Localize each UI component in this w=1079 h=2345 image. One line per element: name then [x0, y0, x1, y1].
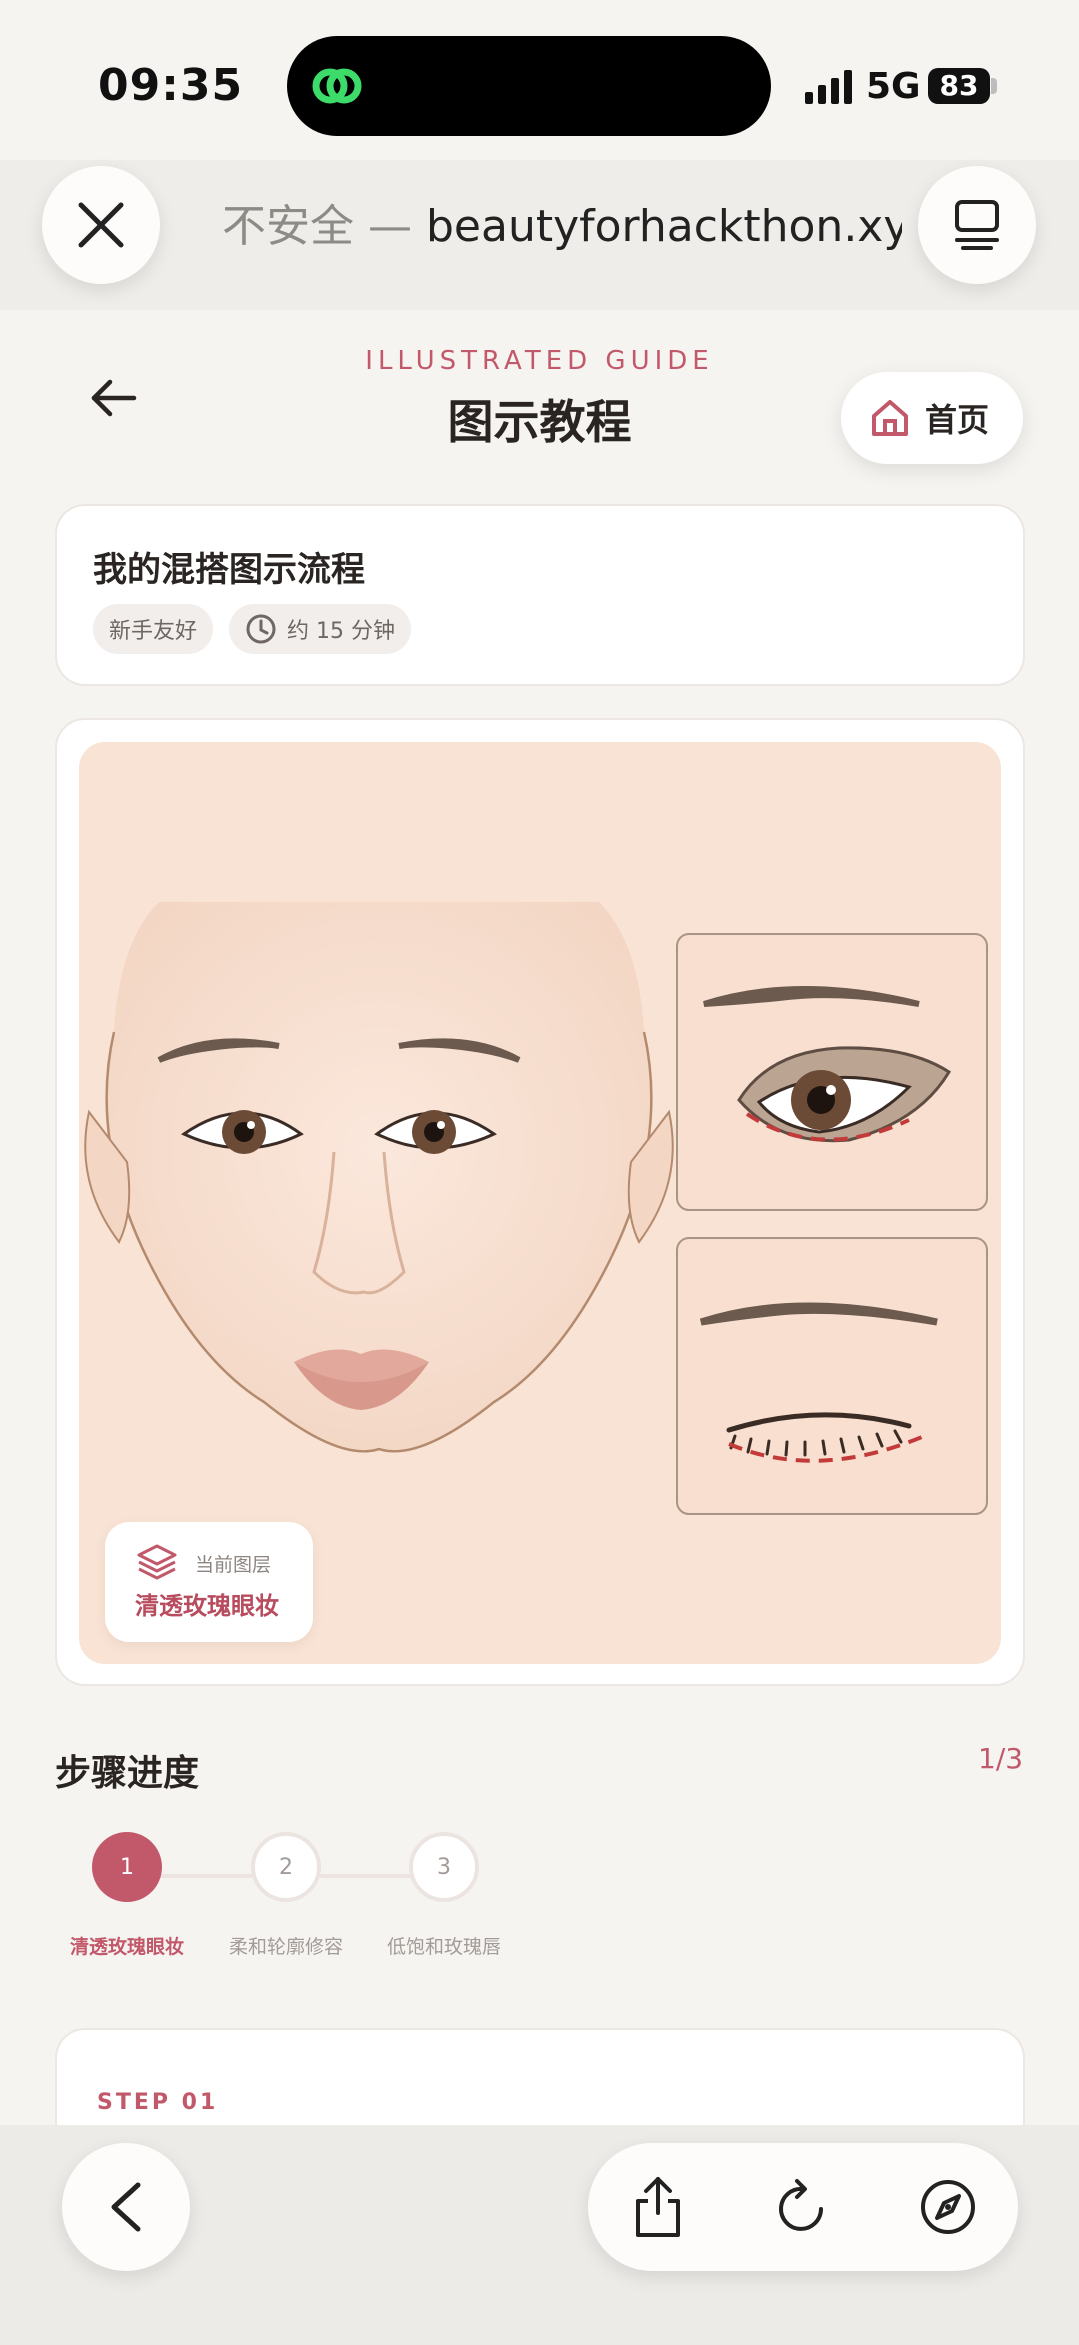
clock-icon	[246, 614, 276, 644]
url-field[interactable]: 不安全 — beautyforhackthon.xyz	[222, 190, 902, 254]
tabs-icon	[955, 200, 999, 250]
step-number: 1	[120, 1854, 134, 1880]
app-logo-icon	[312, 68, 362, 104]
step-kicker: STEP 01	[97, 2090, 219, 2115]
current-layer-badge: 当前图层 清透玫瑰眼妆	[105, 1522, 313, 1642]
home-button[interactable]: 首页	[841, 372, 1023, 464]
share-icon	[636, 2177, 680, 2237]
browser-back-button[interactable]	[62, 2143, 190, 2271]
signal-icon	[805, 70, 852, 104]
url-domain: beautyforhackthon.xyz	[425, 201, 902, 252]
step-label-2: 柔和轮廓修容	[228, 1936, 343, 1958]
home-label: 首页	[925, 401, 990, 439]
back-icon	[111, 2182, 141, 2232]
tag-beginner: 新手友好	[93, 604, 214, 654]
status-bar: 09:35 5G 83	[0, 0, 1079, 170]
compass-icon	[921, 2180, 975, 2234]
tag-label: 约 15 分钟	[287, 619, 395, 644]
battery-tip	[991, 78, 997, 94]
step-1[interactable]: 1	[92, 1832, 162, 1902]
current-layer-label: 当前图层	[195, 1554, 272, 1576]
illustration-card: 当前图层 清透玫瑰眼妆	[55, 718, 1025, 1686]
browser-actions	[588, 2143, 1018, 2271]
tag-duration: 约 15 分钟	[229, 604, 411, 654]
reload-button[interactable]	[769, 2173, 837, 2241]
progress-title: 步骤进度	[55, 1753, 200, 1794]
step-detail-card: STEP 01	[55, 2028, 1025, 2125]
tag-label: 新手友好	[109, 619, 198, 644]
close-icon	[78, 202, 124, 248]
progress-count: 1/3	[978, 1742, 1024, 1775]
network-type: 5G	[866, 66, 921, 107]
page-content: ILLUSTRATED GUIDE 图示教程 首页 我的混搭图示流程 新手友好 …	[0, 310, 1079, 2125]
url-security-label: 不安全 —	[222, 201, 426, 252]
share-button[interactable]	[624, 2173, 692, 2241]
guide-title: 我的混搭图示流程	[93, 550, 365, 590]
eye-detail-inset-closed	[676, 1237, 988, 1515]
face-illustration: 当前图层 清透玫瑰眼妆	[79, 742, 1001, 1664]
compass-button[interactable]	[914, 2173, 982, 2241]
status-time: 09:35	[98, 60, 244, 111]
current-layer-name: 清透玫瑰眼妆	[135, 1592, 279, 1620]
battery-icon: 83	[928, 68, 990, 104]
step-3[interactable]: 3	[409, 1832, 479, 1902]
guide-info-card: 我的混搭图示流程 新手友好 约 15 分钟	[55, 504, 1025, 686]
step-label-1: 清透玫瑰眼妆	[69, 1936, 184, 1958]
step-number: 3	[437, 1854, 451, 1880]
step-2[interactable]: 2	[251, 1832, 321, 1902]
tabs-button[interactable]	[918, 166, 1036, 284]
dynamic-island	[287, 36, 771, 136]
home-icon	[872, 400, 908, 436]
reload-icon	[779, 2179, 823, 2231]
step-label-3: 低饱和玫瑰唇	[386, 1936, 501, 1958]
close-button[interactable]	[42, 166, 160, 284]
step-number: 2	[279, 1854, 293, 1880]
layers-icon	[137, 1544, 177, 1580]
eye-detail-inset-open	[676, 933, 988, 1211]
